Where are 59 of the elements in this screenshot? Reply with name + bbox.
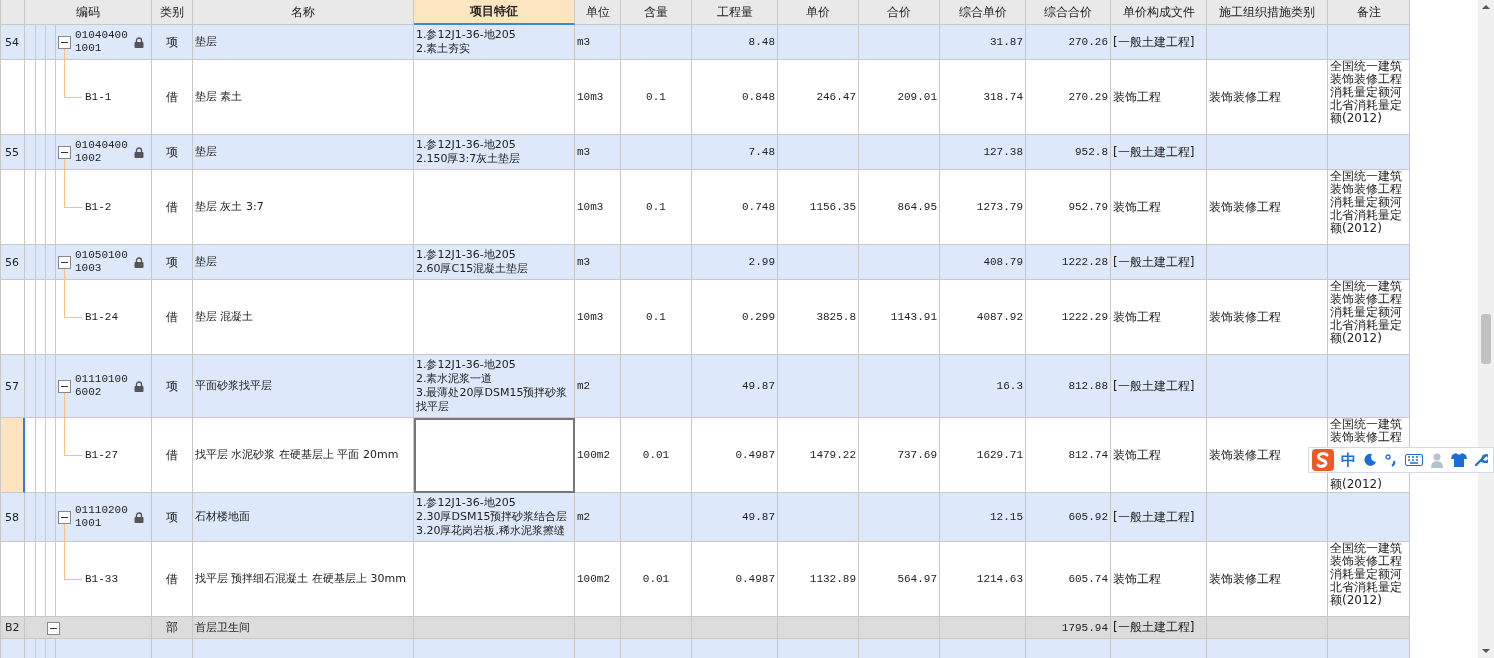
- remark-text: 全国统一建筑装饰装修工程消耗量定额河北省消耗量定额(2012): [1330, 542, 1403, 607]
- feature-line: 2.30厚DSM15预拌砂浆结合层: [416, 510, 568, 524]
- column-header[interactable]: 编码: [25, 0, 152, 25]
- item-code: B1-24: [85, 311, 118, 323]
- collapse-icon[interactable]: [58, 36, 71, 49]
- remark-text: 全国统一建筑装饰装修工程消耗量定额河北省消耗量定额(2012): [1330, 60, 1403, 125]
- column-header[interactable]: 含量: [621, 0, 692, 25]
- column-header[interactable]: 名称: [193, 0, 414, 25]
- column-header[interactable]: 单位: [575, 0, 621, 25]
- column-header[interactable]: 综合单价: [940, 0, 1026, 25]
- moon-icon[interactable]: [1363, 453, 1377, 467]
- collapse-icon[interactable]: [58, 511, 71, 524]
- item-code: 01050100 1003: [75, 249, 128, 275]
- column-header[interactable]: 施工组织措施类别: [1207, 0, 1328, 25]
- column-header[interactable]: 类别: [152, 0, 193, 25]
- feature-line: 1.参12J1-36-地205: [416, 496, 516, 510]
- remark-text: 全国统一建筑装饰装修工程消耗量定额河北省消耗量定额(2012): [1330, 280, 1403, 345]
- column-header[interactable]: 单价: [778, 0, 859, 25]
- edit-cell[interactable]: [414, 418, 575, 493]
- row-header[interactable]: [1, 418, 25, 493]
- column-header[interactable]: 综合合价: [1026, 0, 1111, 25]
- scroll-thumb[interactable]: [1481, 314, 1491, 364]
- feature-line: 3.最薄处20厚DSM15预拌砂浆找平层: [416, 386, 569, 414]
- item-code: B1-1: [85, 91, 112, 103]
- column-header[interactable]: 合价: [859, 0, 940, 25]
- item-code: 01040400 1002: [75, 139, 128, 165]
- column-header[interactable]: 项目特征: [414, 0, 575, 25]
- item-code: 01040400 1001: [75, 29, 128, 55]
- collapse-icon[interactable]: [58, 256, 71, 269]
- remark-text: 全国统一建筑装饰装修工程: [1330, 418, 1403, 444]
- feature-line: 2.150厚3:7灰土垫层: [416, 152, 521, 166]
- feature-line: 1.参12J1-36-地205: [416, 358, 516, 372]
- collapse-icon[interactable]: [58, 380, 71, 393]
- item-code: B1-2: [85, 201, 112, 213]
- column-header[interactable]: 备注: [1328, 0, 1410, 25]
- wrench-icon[interactable]: [1474, 453, 1488, 467]
- feature-line: 3.20厚花岗岩板,稀水泥浆擦缝: [416, 524, 565, 538]
- feature-line: 1.参12J1-36-地205: [416, 138, 516, 152]
- feature-line: 2.素土夯实: [416, 42, 471, 56]
- shirt-icon[interactable]: [1451, 453, 1467, 467]
- collapse-icon[interactable]: [47, 621, 60, 635]
- item-code: 01110200 1001: [75, 504, 128, 530]
- collapse-icon[interactable]: [58, 146, 71, 159]
- input-mode-toggle[interactable]: 中: [1341, 450, 1356, 470]
- remark-text: 全国统一建筑装饰装修工程消耗量定额河北省消耗量定额(2012): [1330, 170, 1403, 235]
- item-code: B1-33: [85, 573, 118, 585]
- feature-line: 2.素水泥浆一道: [416, 372, 493, 386]
- feature-line: 1.参12J1-36-地205: [416, 248, 516, 262]
- column-header[interactable]: 单价构成文件: [1111, 0, 1207, 25]
- feature-line: 1.参12J1-36-地205: [416, 28, 516, 42]
- ime-logo-icon[interactable]: [1312, 449, 1334, 471]
- scrollbar[interactable]: [1478, 0, 1494, 658]
- remark-text: 额(2012): [1330, 478, 1382, 491]
- column-header[interactable]: 工程量: [692, 0, 778, 25]
- keyboard-icon[interactable]: [1405, 453, 1423, 467]
- item-code: 01110100 6002: [75, 373, 128, 399]
- item-code: B1-27: [85, 449, 118, 461]
- feature-line: 2.60厚C15混凝土垫层: [416, 262, 529, 276]
- punctuation-icon[interactable]: [1384, 453, 1398, 467]
